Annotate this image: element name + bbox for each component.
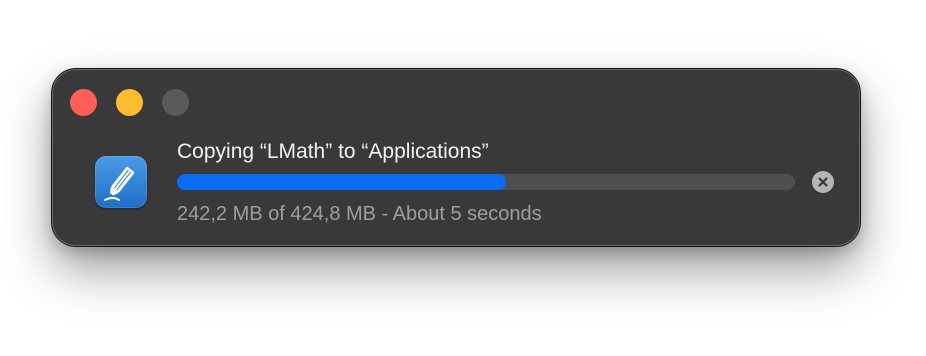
cancel-x-circle-icon — [818, 177, 828, 187]
copy-progress-fill — [177, 174, 507, 190]
minimize-window-button[interactable] — [116, 89, 143, 116]
copy-progress-bar — [177, 174, 795, 190]
cancel-copy-button[interactable] — [812, 171, 834, 193]
copy-title: Copying “LMath” to “Applications” — [177, 140, 489, 163]
close-window-button[interactable] — [70, 89, 97, 116]
lmath-pencil-icon — [95, 156, 147, 208]
zoom-window-button[interactable] — [162, 89, 189, 116]
copy-progress-window: Copying “LMath” to “Applications” 242,2 … — [52, 69, 860, 246]
copy-status-text: 242,2 MB of 424,8 MB - About 5 seconds — [177, 203, 542, 225]
